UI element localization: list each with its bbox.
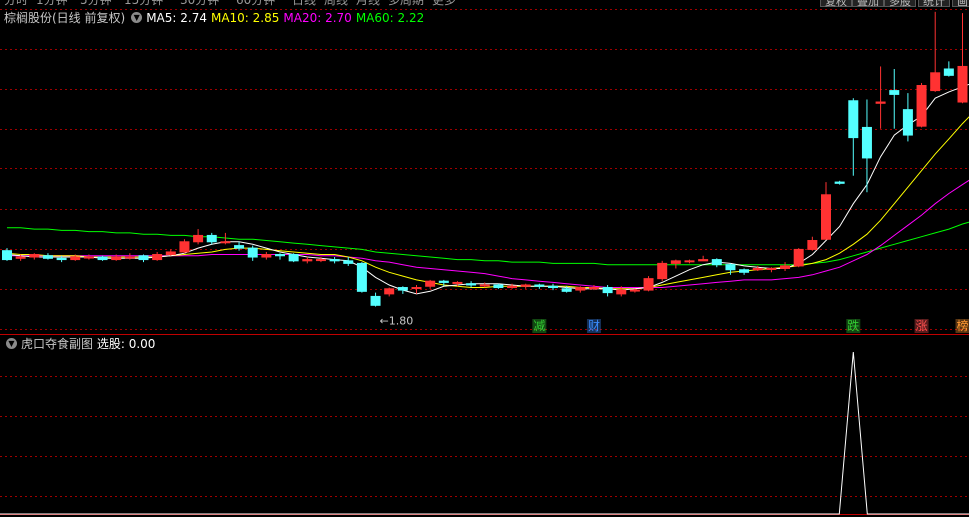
- moving-average-lines: [6, 83, 969, 295]
- candle-body: [793, 248, 804, 267]
- event-marker: 财: [588, 319, 600, 333]
- candle-body: [384, 288, 395, 295]
- candle-body: [452, 281, 463, 284]
- candle-body: [70, 256, 81, 261]
- candle-body: [247, 247, 258, 258]
- candle-body: [520, 284, 531, 287]
- candle-body: [152, 253, 163, 261]
- candle-body: [725, 264, 736, 271]
- candle-body: [534, 284, 545, 287]
- candle-body: [15, 256, 26, 259]
- candle-body: [42, 255, 53, 259]
- candle-body: [739, 269, 750, 273]
- candle-body: [397, 287, 408, 291]
- candle-body: [220, 241, 231, 244]
- candle-body: [411, 287, 422, 290]
- candle-body: [916, 85, 927, 127]
- candle-body: [425, 280, 436, 287]
- candle-body: [315, 259, 326, 262]
- candle-body: [821, 194, 831, 240]
- candle-body: [670, 260, 681, 264]
- candle-body: [698, 259, 709, 262]
- event-marker: 跌: [847, 318, 859, 333]
- candle-body: [83, 256, 94, 259]
- candle-body: [493, 284, 504, 289]
- candle-body: [2, 250, 12, 261]
- candle-body: [138, 255, 149, 261]
- candle-body: [780, 265, 791, 269]
- candle-body: [356, 262, 367, 292]
- candle-body: [438, 280, 449, 283]
- candle-body: [466, 283, 477, 286]
- candle-body: [329, 259, 340, 262]
- candle-body: [902, 109, 913, 136]
- event-marker: 涨: [916, 318, 928, 333]
- candle-body: [548, 285, 558, 289]
- candle-body: [602, 287, 613, 294]
- candle-body: [179, 241, 190, 253]
- candle-body: [302, 259, 313, 262]
- candle-body: [684, 260, 695, 263]
- candle-body: [861, 126, 872, 159]
- candle-body: [111, 256, 122, 261]
- candle-body: [643, 278, 654, 291]
- candle-body: [124, 256, 135, 259]
- candle-body: [507, 285, 518, 289]
- candle-body: [575, 287, 586, 291]
- candle-body: [752, 267, 763, 271]
- candle-body: [711, 259, 722, 266]
- candle-body: [56, 257, 67, 261]
- candle-body: [588, 287, 599, 290]
- candle-body: [766, 267, 777, 270]
- candle-body: [561, 288, 572, 292]
- candle-body: [875, 101, 886, 104]
- candle-body: [165, 251, 176, 255]
- candle-body: [834, 181, 845, 184]
- candle-body: [616, 289, 627, 295]
- candle-body: [957, 65, 968, 103]
- event-marker: 榜: [956, 318, 968, 333]
- candlestick-series: ←1.80: [2, 11, 968, 327]
- candle-body: [943, 68, 954, 76]
- candle-body: [234, 245, 245, 249]
- candle-body: [97, 256, 108, 261]
- event-marker: 减: [533, 319, 545, 333]
- candle-body: [206, 234, 217, 243]
- candle-body: [29, 253, 40, 258]
- candle-body: [848, 100, 859, 139]
- candle-body: [343, 260, 354, 264]
- low-price-label: ←1.80: [380, 314, 414, 327]
- candle-body: [261, 253, 272, 258]
- candle-body: [479, 284, 490, 287]
- candle-body: [629, 289, 640, 292]
- event-markers: 减财跌涨榜: [532, 318, 969, 333]
- candle-body: [657, 262, 668, 280]
- candle-body: [193, 234, 204, 243]
- candle-body: [275, 253, 285, 257]
- candle-body: [889, 90, 900, 95]
- candle-body: [370, 295, 381, 306]
- candle-body: [930, 72, 941, 92]
- kline-chart[interactable]: ←1.80 减 财 跌 涨 榜: [0, 0, 969, 517]
- candle-body: [288, 253, 299, 262]
- candle-body: [807, 240, 818, 250]
